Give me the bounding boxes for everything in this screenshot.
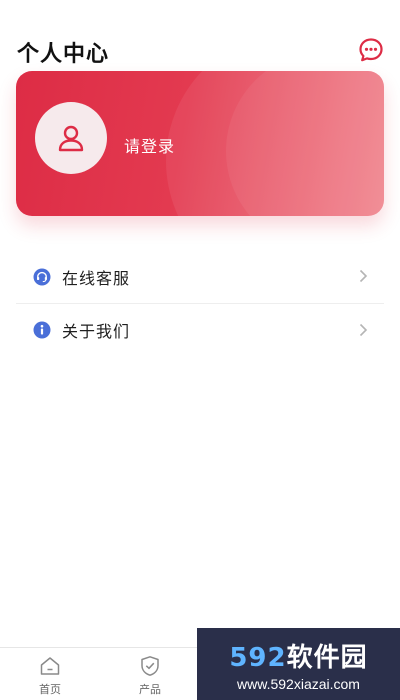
menu-list: 在线客服 关于我们	[16, 250, 384, 356]
watermark-brand: 软件园	[286, 642, 368, 673]
tab-products[interactable]: 产品	[100, 648, 200, 700]
watermark-logo: 592软件园	[229, 637, 367, 674]
message-button[interactable]	[358, 37, 384, 63]
chat-bubble-icon	[359, 38, 383, 62]
tab-label: 首页	[39, 683, 61, 696]
avatar[interactable]	[35, 102, 107, 174]
menu-item-about-us[interactable]: 关于我们	[16, 303, 384, 356]
menu-item-label: 关于我们	[62, 322, 131, 341]
info-icon	[33, 321, 51, 339]
profile-card[interactable]: 请登录	[16, 71, 384, 216]
chevron-right-icon	[359, 323, 368, 337]
watermark-number: 592	[229, 642, 287, 673]
shield-check-icon	[141, 656, 159, 676]
watermark: 592软件园 www.592xiazai.com	[197, 628, 400, 700]
home-icon	[40, 657, 60, 675]
login-link[interactable]: 请登录	[124, 133, 175, 157]
menu-item-label: 在线客服	[62, 268, 131, 288]
menu-item-online-service[interactable]: 在线客服	[16, 250, 384, 303]
header: 个人中心	[0, 0, 400, 70]
user-icon	[58, 125, 84, 152]
tab-label: 产品	[139, 683, 161, 696]
headset-icon	[33, 268, 51, 286]
tab-home[interactable]: 首页	[0, 648, 100, 700]
page-title: 个人中心	[17, 42, 110, 67]
card-decoration	[226, 71, 384, 216]
watermark-url: www.592xiazai.com	[237, 675, 360, 692]
chevron-right-icon	[359, 269, 368, 283]
